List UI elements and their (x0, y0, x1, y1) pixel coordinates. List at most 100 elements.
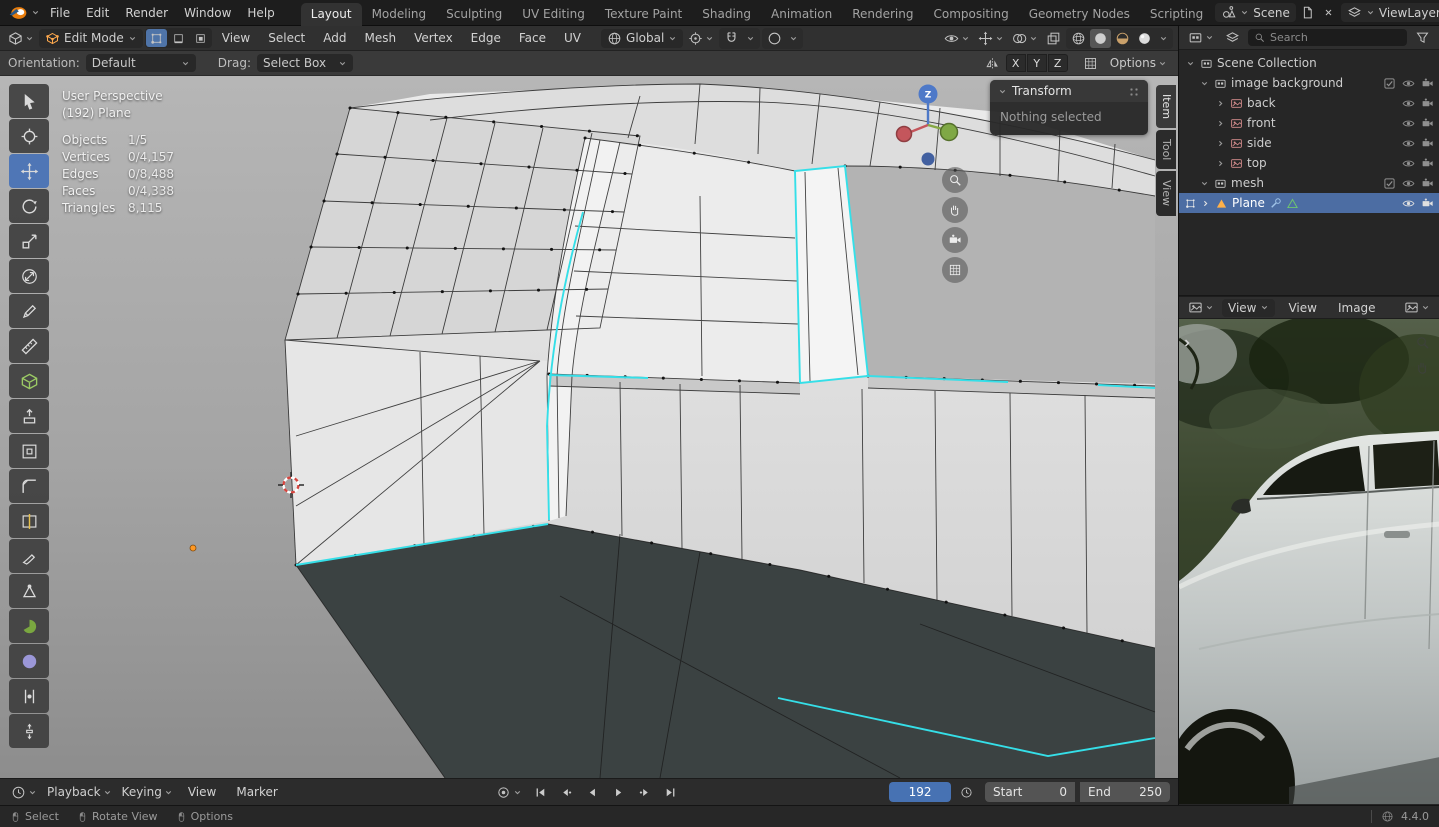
workspace-tab-uv-editing[interactable]: UV Editing (512, 3, 595, 26)
zoom-button[interactable] (942, 167, 968, 193)
jump-to-next-keyframe-button[interactable] (633, 782, 655, 802)
shading-wireframe-button[interactable] (1068, 29, 1089, 48)
eye-icon[interactable] (1402, 117, 1415, 130)
mirror-x-button[interactable]: X (1005, 54, 1026, 72)
menu-render[interactable]: Render (117, 4, 176, 22)
mirror-y-button[interactable]: Y (1026, 54, 1047, 72)
image-editor-type-button[interactable] (1185, 298, 1217, 317)
workspace-tab-shading[interactable]: Shading (692, 3, 761, 26)
pivot-point-dropdown[interactable] (685, 29, 717, 48)
editor-type-button[interactable] (5, 29, 37, 48)
toggle-perspective-button[interactable] (942, 257, 968, 283)
select-mode-edge-button[interactable] (168, 29, 189, 47)
eye-icon[interactable] (1402, 97, 1415, 110)
playback-menu[interactable]: Playback (44, 783, 115, 802)
timeline-editor-type-button[interactable] (8, 783, 40, 802)
menu-edit[interactable]: Edit (78, 4, 117, 22)
menu-select[interactable]: Select (260, 29, 313, 47)
transform-panel-header[interactable]: Transform (990, 80, 1148, 102)
timeline-view-menu[interactable]: View (180, 783, 224, 801)
toggle-xray-button[interactable] (1043, 29, 1064, 48)
frame-start-field[interactable]: Start 0 (985, 782, 1076, 802)
camera-icon[interactable] (1421, 177, 1434, 190)
checkbox-icon[interactable] (1383, 177, 1396, 190)
tree-row-image-background[interactable]: image background (1179, 73, 1439, 93)
eye-icon[interactable] (1402, 157, 1415, 170)
shading-solid-button[interactable] (1090, 28, 1111, 48)
scene-selector[interactable]: Scene (1215, 3, 1296, 22)
axis-y-ball[interactable] (939, 122, 959, 142)
menu-file[interactable]: File (42, 4, 78, 22)
tree-row-side[interactable]: side (1179, 133, 1439, 153)
image-image-menu[interactable]: Image (1330, 299, 1384, 317)
snap-settings-dropdown[interactable] (743, 29, 758, 48)
workspace-tab-scripting[interactable]: Scripting (1140, 3, 1213, 26)
frame-end-field[interactable]: End 250 (1080, 782, 1171, 802)
eye-icon[interactable] (1402, 137, 1415, 150)
tree-row-plane[interactable]: Plane (1179, 193, 1439, 213)
tool-transform-button[interactable] (9, 259, 49, 293)
select-mode-vertex-button[interactable] (145, 29, 167, 47)
image-datablock-selector[interactable] (1401, 298, 1433, 317)
menu-vertex[interactable]: Vertex (406, 29, 461, 47)
snap-toggle-button[interactable] (721, 29, 742, 48)
outliner-filter-button[interactable] (1412, 28, 1433, 47)
workspace-tab-geometry-nodes[interactable]: Geometry Nodes (1019, 3, 1140, 26)
camera-icon[interactable] (1421, 157, 1434, 170)
tool-smooth-button[interactable] (9, 644, 49, 678)
checkbox-icon[interactable] (1383, 77, 1396, 90)
tool-measure-button[interactable] (9, 329, 49, 363)
transform-orientation-dropdown[interactable]: Global (601, 28, 684, 48)
keying-menu[interactable]: Keying (119, 783, 176, 802)
workspace-tab-modeling[interactable]: Modeling (362, 3, 437, 26)
menu-add[interactable]: Add (315, 29, 354, 47)
sidebar-tab-item[interactable]: Item (1156, 85, 1176, 129)
tree-row-mesh[interactable]: mesh (1179, 173, 1439, 193)
proportional-falloff-dropdown[interactable] (786, 29, 801, 48)
play-reverse-button[interactable] (581, 782, 603, 802)
tool-shrink-fatten-button[interactable] (9, 714, 49, 748)
current-frame-field[interactable]: 192 (889, 782, 952, 802)
tool-add-cube-button[interactable] (9, 364, 49, 398)
tool-poly-build-button[interactable] (9, 574, 49, 608)
menu-help[interactable]: Help (239, 4, 282, 22)
show-gizmo-dropdown[interactable] (975, 29, 1007, 48)
unlink-scene-button[interactable] (1320, 4, 1338, 22)
workspace-tab-compositing[interactable]: Compositing (923, 3, 1018, 26)
tree-row-scene-collection[interactable]: Scene Collection (1179, 53, 1439, 73)
tool-loop-cut-button[interactable] (9, 504, 49, 538)
mirror-z-button[interactable]: Z (1047, 54, 1068, 72)
expand-toggle[interactable] (1185, 58, 1196, 69)
tool-move-button[interactable] (9, 154, 49, 188)
workspace-tab-texture-paint[interactable]: Texture Paint (595, 3, 692, 26)
region-expand-arrow-icon[interactable] (1181, 337, 1193, 349)
camera-icon[interactable] (1421, 97, 1434, 110)
expand-toggle[interactable] (1199, 178, 1210, 189)
menu-view[interactable]: View (214, 29, 258, 47)
proportional-edit-button[interactable] (764, 29, 785, 48)
camera-view-button[interactable] (942, 227, 968, 253)
jump-to-start-button[interactable] (529, 782, 551, 802)
pan-button[interactable] (942, 197, 968, 223)
tool-scale-button[interactable] (9, 224, 49, 258)
camera-icon[interactable] (1421, 77, 1434, 90)
menu-mesh[interactable]: Mesh (357, 29, 405, 47)
orientation-default-dropdown[interactable]: Default (85, 54, 196, 72)
tool-extrude-button[interactable] (9, 399, 49, 433)
outliner-editor-type-button[interactable] (1185, 28, 1217, 47)
expand-toggle[interactable] (1199, 78, 1210, 89)
tree-row-top[interactable]: top (1179, 153, 1439, 173)
mode-dropdown[interactable]: Edit Mode (39, 28, 143, 48)
new-scene-button[interactable] (1299, 4, 1317, 22)
eye-icon[interactable] (1402, 77, 1415, 90)
object-type-visibility-dropdown[interactable] (941, 29, 973, 48)
timeline-marker-menu[interactable]: Marker (228, 783, 285, 801)
workspace-tab-layout[interactable]: Layout (300, 2, 362, 26)
image-display-mode-dropdown[interactable]: View (1222, 298, 1276, 317)
expand-toggle[interactable] (1215, 158, 1226, 169)
shading-rendered-button[interactable] (1134, 29, 1155, 48)
drag-mode-dropdown[interactable]: Select Box (256, 54, 353, 72)
tool-edge-slide-button[interactable] (9, 679, 49, 713)
tool-rotate-button[interactable] (9, 189, 49, 223)
menu-face[interactable]: Face (511, 29, 554, 47)
